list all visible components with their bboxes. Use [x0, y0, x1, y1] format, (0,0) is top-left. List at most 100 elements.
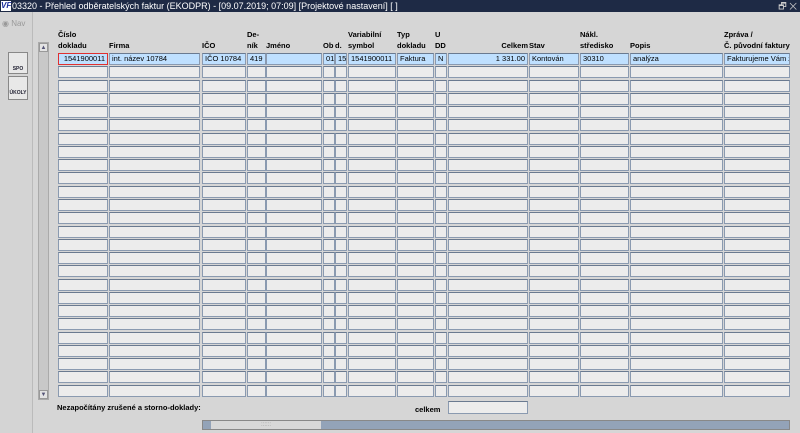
cell-ob[interactable] [323, 305, 335, 318]
cell-nakl[interactable] [580, 66, 629, 79]
cell-vs[interactable] [348, 318, 396, 331]
cell-jmeno[interactable] [266, 119, 322, 132]
cell-nakl[interactable] [580, 278, 629, 291]
cell-vs[interactable] [348, 238, 396, 251]
cell-firma[interactable] [109, 225, 200, 238]
cell-nakl[interactable] [580, 265, 629, 278]
cell-zprava[interactable] [724, 106, 790, 119]
cell-zprava[interactable] [724, 384, 790, 397]
cell-firma[interactable] [109, 331, 200, 344]
cell-vs[interactable] [348, 66, 396, 79]
cell-denik[interactable] [247, 198, 266, 211]
cell-stav[interactable] [529, 145, 579, 158]
cell-cislo[interactable] [58, 212, 108, 225]
cell-nakl[interactable] [580, 358, 629, 371]
cell-cislo[interactable] [58, 371, 108, 384]
cell-d[interactable] [335, 92, 347, 105]
column-header-denik[interactable]: De- ník [247, 29, 266, 51]
cell-popis[interactable] [630, 132, 723, 145]
cell-nakl[interactable] [580, 159, 629, 172]
cell-popis[interactable] [630, 119, 723, 132]
vertical-scrollbar[interactable]: ▲ ▼ [38, 42, 49, 400]
cell-d[interactable] [335, 318, 347, 331]
cell-celkem[interactable] [448, 238, 528, 251]
cell-nakl[interactable] [580, 318, 629, 331]
cell-firma[interactable] [109, 106, 200, 119]
cell-firma[interactable] [109, 212, 200, 225]
column-header-firma[interactable]: Firma [109, 29, 200, 51]
cell-popis[interactable] [630, 79, 723, 92]
cell-cislo[interactable] [58, 344, 108, 357]
cell-udd[interactable] [435, 119, 447, 132]
cell-celkem[interactable] [448, 252, 528, 265]
cell-zprava[interactable] [724, 79, 790, 92]
cell-udd[interactable] [435, 106, 447, 119]
cell-firma[interactable] [109, 358, 200, 371]
cell-vs[interactable] [348, 305, 396, 318]
cell-ob[interactable] [323, 291, 335, 304]
cell-udd[interactable] [435, 159, 447, 172]
cell-ob[interactable] [323, 159, 335, 172]
cell-ico[interactable]: IČO 10784 [202, 53, 246, 65]
cell-udd[interactable] [435, 384, 447, 397]
cell-ob[interactable] [323, 66, 335, 79]
column-header-nakl[interactable]: Nákl. středisko [580, 29, 629, 51]
cell-vs[interactable] [348, 106, 396, 119]
cell-zprava[interactable] [724, 198, 790, 211]
cell-typ[interactable] [397, 79, 434, 92]
cell-firma[interactable] [109, 185, 200, 198]
cell-cislo[interactable]: 1541900011 [58, 53, 108, 65]
cell-typ[interactable] [397, 238, 434, 251]
cell-celkem[interactable] [448, 305, 528, 318]
cell-popis[interactable] [630, 172, 723, 185]
cell-zprava[interactable] [724, 145, 790, 158]
cell-udd[interactable] [435, 225, 447, 238]
cell-cislo[interactable] [58, 172, 108, 185]
cell-vs[interactable] [348, 265, 396, 278]
cell-ico[interactable] [202, 331, 246, 344]
cell-jmeno[interactable] [266, 265, 322, 278]
cell-typ[interactable] [397, 92, 434, 105]
cell-cislo[interactable] [58, 265, 108, 278]
cell-denik[interactable] [247, 344, 266, 357]
cell-jmeno[interactable] [266, 53, 322, 65]
cell-nakl[interactable]: 30310 [580, 53, 629, 65]
cell-zprava[interactable] [724, 212, 790, 225]
cell-firma[interactable] [109, 305, 200, 318]
cell-ob[interactable] [323, 331, 335, 344]
cell-ob[interactable] [323, 225, 335, 238]
cell-udd[interactable] [435, 305, 447, 318]
cell-zprava[interactable] [724, 278, 790, 291]
cell-popis[interactable] [630, 225, 723, 238]
cell-d[interactable] [335, 172, 347, 185]
cell-ico[interactable] [202, 92, 246, 105]
cell-cislo[interactable] [58, 145, 108, 158]
cell-nakl[interactable] [580, 331, 629, 344]
cell-nakl[interactable] [580, 344, 629, 357]
cell-stav[interactable] [529, 318, 579, 331]
cell-stav[interactable] [529, 265, 579, 278]
cell-d[interactable] [335, 79, 347, 92]
cell-denik[interactable] [247, 384, 266, 397]
cell-popis[interactable] [630, 358, 723, 371]
cell-jmeno[interactable] [266, 371, 322, 384]
cell-nakl[interactable] [580, 384, 629, 397]
cell-ob[interactable] [323, 106, 335, 119]
cell-popis[interactable]: analýza [630, 53, 723, 65]
cell-jmeno[interactable] [266, 238, 322, 251]
cell-celkem[interactable] [448, 371, 528, 384]
cell-firma[interactable] [109, 172, 200, 185]
cell-zprava[interactable] [724, 318, 790, 331]
cell-celkem[interactable] [448, 318, 528, 331]
cell-celkem[interactable] [448, 278, 528, 291]
cell-ico[interactable] [202, 384, 246, 397]
cell-jmeno[interactable] [266, 106, 322, 119]
cell-ob[interactable] [323, 198, 335, 211]
cell-jmeno[interactable] [266, 79, 322, 92]
cell-udd[interactable] [435, 278, 447, 291]
cell-jmeno[interactable] [266, 198, 322, 211]
cell-denik[interactable] [247, 265, 266, 278]
cell-ob[interactable] [323, 278, 335, 291]
cell-d[interactable] [335, 119, 347, 132]
cell-stav[interactable] [529, 79, 579, 92]
